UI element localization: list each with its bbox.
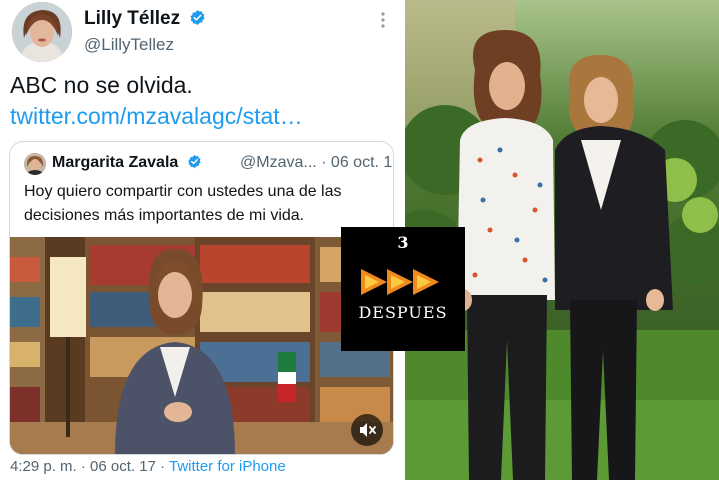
mute-button[interactable] xyxy=(351,414,383,446)
quoted-author-handle[interactable]: @Mzava... xyxy=(240,154,317,171)
tweet-source[interactable]: Twitter for iPhone xyxy=(169,458,286,475)
author-name-text: Lilly Téllez xyxy=(84,8,181,29)
quoted-author-name[interactable]: Margarita Zavala xyxy=(52,154,202,172)
more-vertical-icon[interactable] xyxy=(378,10,388,30)
tweet-meta: 4:29 p. m. · 06 oct. 17 · Twitter for iP… xyxy=(10,458,286,475)
fast-forward-arrows-icon xyxy=(361,269,439,295)
video-frame-image xyxy=(10,237,393,454)
quoted-text: Hoy quiero compartir con ustedes una de … xyxy=(24,183,342,224)
volume-mute-icon xyxy=(360,423,376,437)
author-handle[interactable]: @LillyTellez xyxy=(84,35,174,55)
logo-word: DESPUES xyxy=(358,303,448,322)
tweet-body: ABC no se olvida. twitter.com/mzavalagc/… xyxy=(10,70,395,132)
quoted-tweet[interactable]: Margarita Zavala @Mzava... · 06 oct. 17 … xyxy=(9,141,394,455)
quoted-author-name-text: Margarita Zavala xyxy=(52,154,179,171)
quoted-video[interactable] xyxy=(10,237,393,454)
tweet-link[interactable]: twitter.com/mzavalagc/stat… xyxy=(10,103,303,129)
author-name[interactable]: Lilly Téllez xyxy=(84,8,206,30)
tweet-timestamp[interactable]: 4:29 p. m. · 06 oct. 17 · xyxy=(10,458,165,475)
tweet-text: ABC no se olvida. xyxy=(10,72,193,98)
verified-badge-icon xyxy=(188,154,201,169)
quoted-author-handle-date: @Mzava... · 06 oct. 17 xyxy=(240,154,393,172)
quoted-author-avatar[interactable] xyxy=(24,153,46,175)
quoted-date[interactable]: · 06 oct. 17 xyxy=(321,154,393,171)
author-avatar[interactable] xyxy=(12,2,72,62)
verified-badge-icon xyxy=(190,10,205,25)
despues-logo: 3 DESPUES xyxy=(341,227,465,351)
